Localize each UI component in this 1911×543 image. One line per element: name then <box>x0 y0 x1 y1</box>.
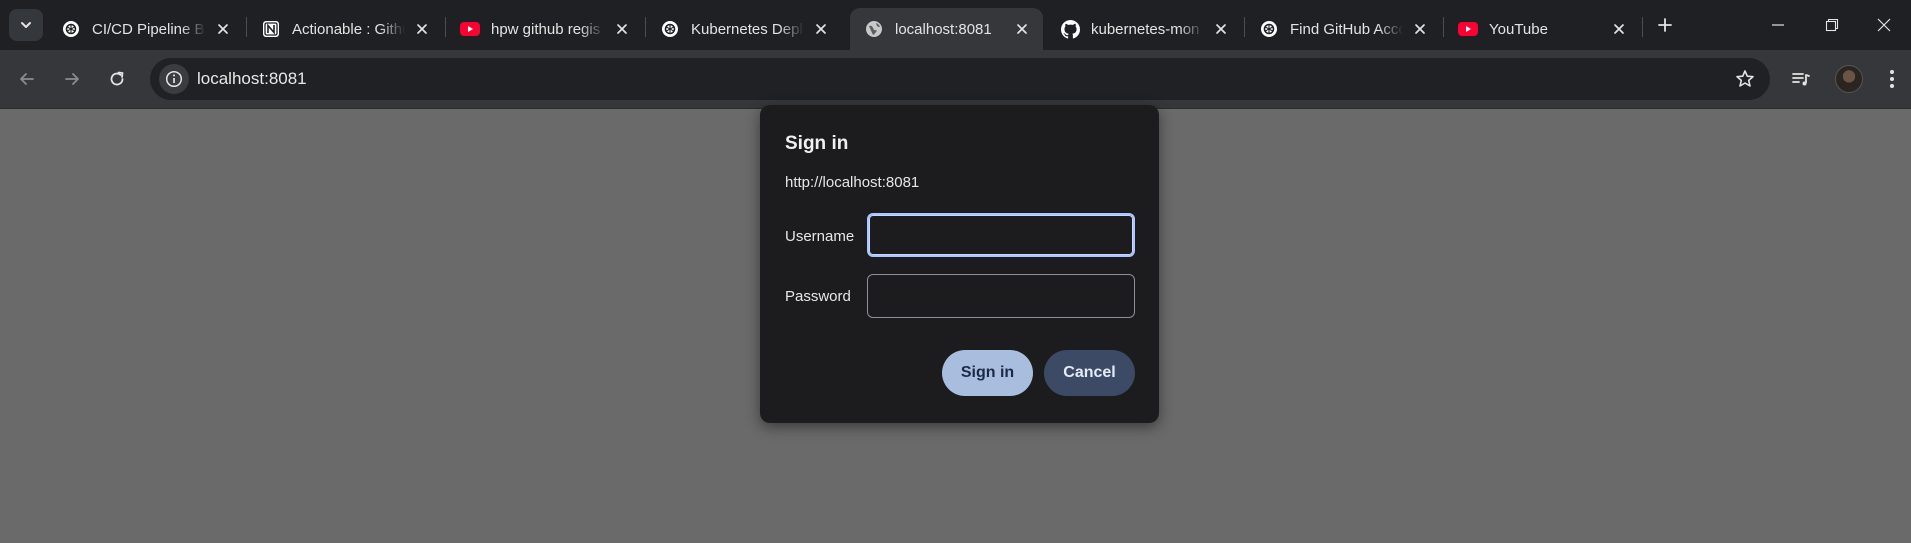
openai-icon <box>1259 19 1279 39</box>
sign-in-dialog: Sign in http://localhost:8081 Username P… <box>760 105 1159 423</box>
dialog-origin: http://localhost:8081 <box>785 174 920 191</box>
close-icon[interactable] <box>212 18 234 40</box>
close-icon <box>1877 18 1891 32</box>
close-icon[interactable] <box>1608 18 1630 40</box>
restore-button[interactable] <box>1804 0 1860 50</box>
tab-localhost[interactable]: localhost:8081 <box>850 8 1043 50</box>
back-button[interactable] <box>10 62 44 96</box>
close-icon[interactable] <box>810 18 832 40</box>
dialog-title: Sign in <box>785 133 849 154</box>
tab-kubernetes-deploy[interactable]: Kubernetes Deplo <box>646 8 842 50</box>
tab-title: hpw github regis <box>491 20 601 38</box>
reload-button[interactable] <box>100 62 134 96</box>
tab-title: YouTube <box>1489 20 1548 38</box>
username-field[interactable] <box>867 213 1135 257</box>
tab-actionable[interactable]: Actionable : Githu <box>247 8 443 50</box>
reading-list-button[interactable] <box>1786 64 1816 94</box>
youtube-icon <box>460 19 480 39</box>
close-icon[interactable] <box>611 18 633 40</box>
arrow-right-icon <box>65 73 79 85</box>
browser-toolbar: localhost:8081 <box>0 50 1911 109</box>
chevron-down-icon <box>21 22 31 28</box>
close-icon[interactable] <box>1210 18 1232 40</box>
tab-title: Actionable : Githu <box>292 20 405 38</box>
openai-icon <box>61 19 81 39</box>
star-icon <box>1736 70 1754 87</box>
cancel-button[interactable]: Cancel <box>1044 350 1135 396</box>
username-label: Username <box>785 228 855 245</box>
profile-button[interactable] <box>1834 64 1864 94</box>
tab-title: Find GitHub Acco <box>1290 20 1403 38</box>
close-icon[interactable] <box>411 18 433 40</box>
tab-strip: CI/CD Pipeline Bu Actionable : Githu hpw… <box>0 0 1911 50</box>
tab-separator <box>1642 17 1643 37</box>
openai-icon <box>660 19 680 39</box>
tab-kubernetes-mon[interactable]: kubernetes-mon <box>1046 8 1242 50</box>
arrow-left-icon <box>20 73 34 85</box>
minimize-icon <box>1772 24 1784 26</box>
media-playlist-icon <box>1792 73 1810 86</box>
password-field[interactable] <box>867 274 1135 318</box>
tab-hpw-github[interactable]: hpw github regis <box>446 8 643 50</box>
address-bar[interactable]: localhost:8081 <box>150 58 1770 100</box>
globe-icon <box>864 19 884 39</box>
restore-icon <box>1825 18 1839 32</box>
minimize-button[interactable] <box>1750 0 1806 50</box>
tab-youtube[interactable]: YouTube <box>1444 8 1640 50</box>
tab-cicd-pipeline[interactable]: CI/CD Pipeline Bu <box>47 8 244 50</box>
address-url[interactable]: localhost:8081 <box>197 69 307 89</box>
tab-search-button[interactable] <box>9 9 43 41</box>
sign-in-button[interactable]: Sign in <box>942 350 1033 396</box>
password-label: Password <box>785 288 851 305</box>
kebab-menu-icon <box>1890 70 1894 88</box>
tab-title: CI/CD Pipeline Bu <box>92 20 206 38</box>
site-info-button[interactable] <box>159 64 189 94</box>
plus-icon <box>1658 18 1672 32</box>
tab-find-github[interactable]: Find GitHub Acco <box>1245 8 1441 50</box>
forward-button[interactable] <box>55 62 89 96</box>
github-icon <box>1060 19 1080 39</box>
notion-icon <box>261 19 281 39</box>
bookmark-star-button[interactable] <box>1734 68 1756 90</box>
tab-title: kubernetes-mon <box>1091 20 1200 38</box>
new-tab-button[interactable] <box>1652 12 1678 38</box>
browser-menu-button[interactable] <box>1877 64 1907 94</box>
close-icon[interactable] <box>1011 18 1033 40</box>
info-icon <box>165 70 183 88</box>
close-icon[interactable] <box>1409 18 1431 40</box>
tab-title: localhost:8081 <box>895 20 992 38</box>
reload-icon <box>110 71 124 86</box>
window-close-button[interactable] <box>1856 0 1911 50</box>
youtube-icon <box>1458 19 1478 39</box>
avatar <box>1835 65 1863 93</box>
tab-title: Kubernetes Deplo <box>691 20 804 38</box>
